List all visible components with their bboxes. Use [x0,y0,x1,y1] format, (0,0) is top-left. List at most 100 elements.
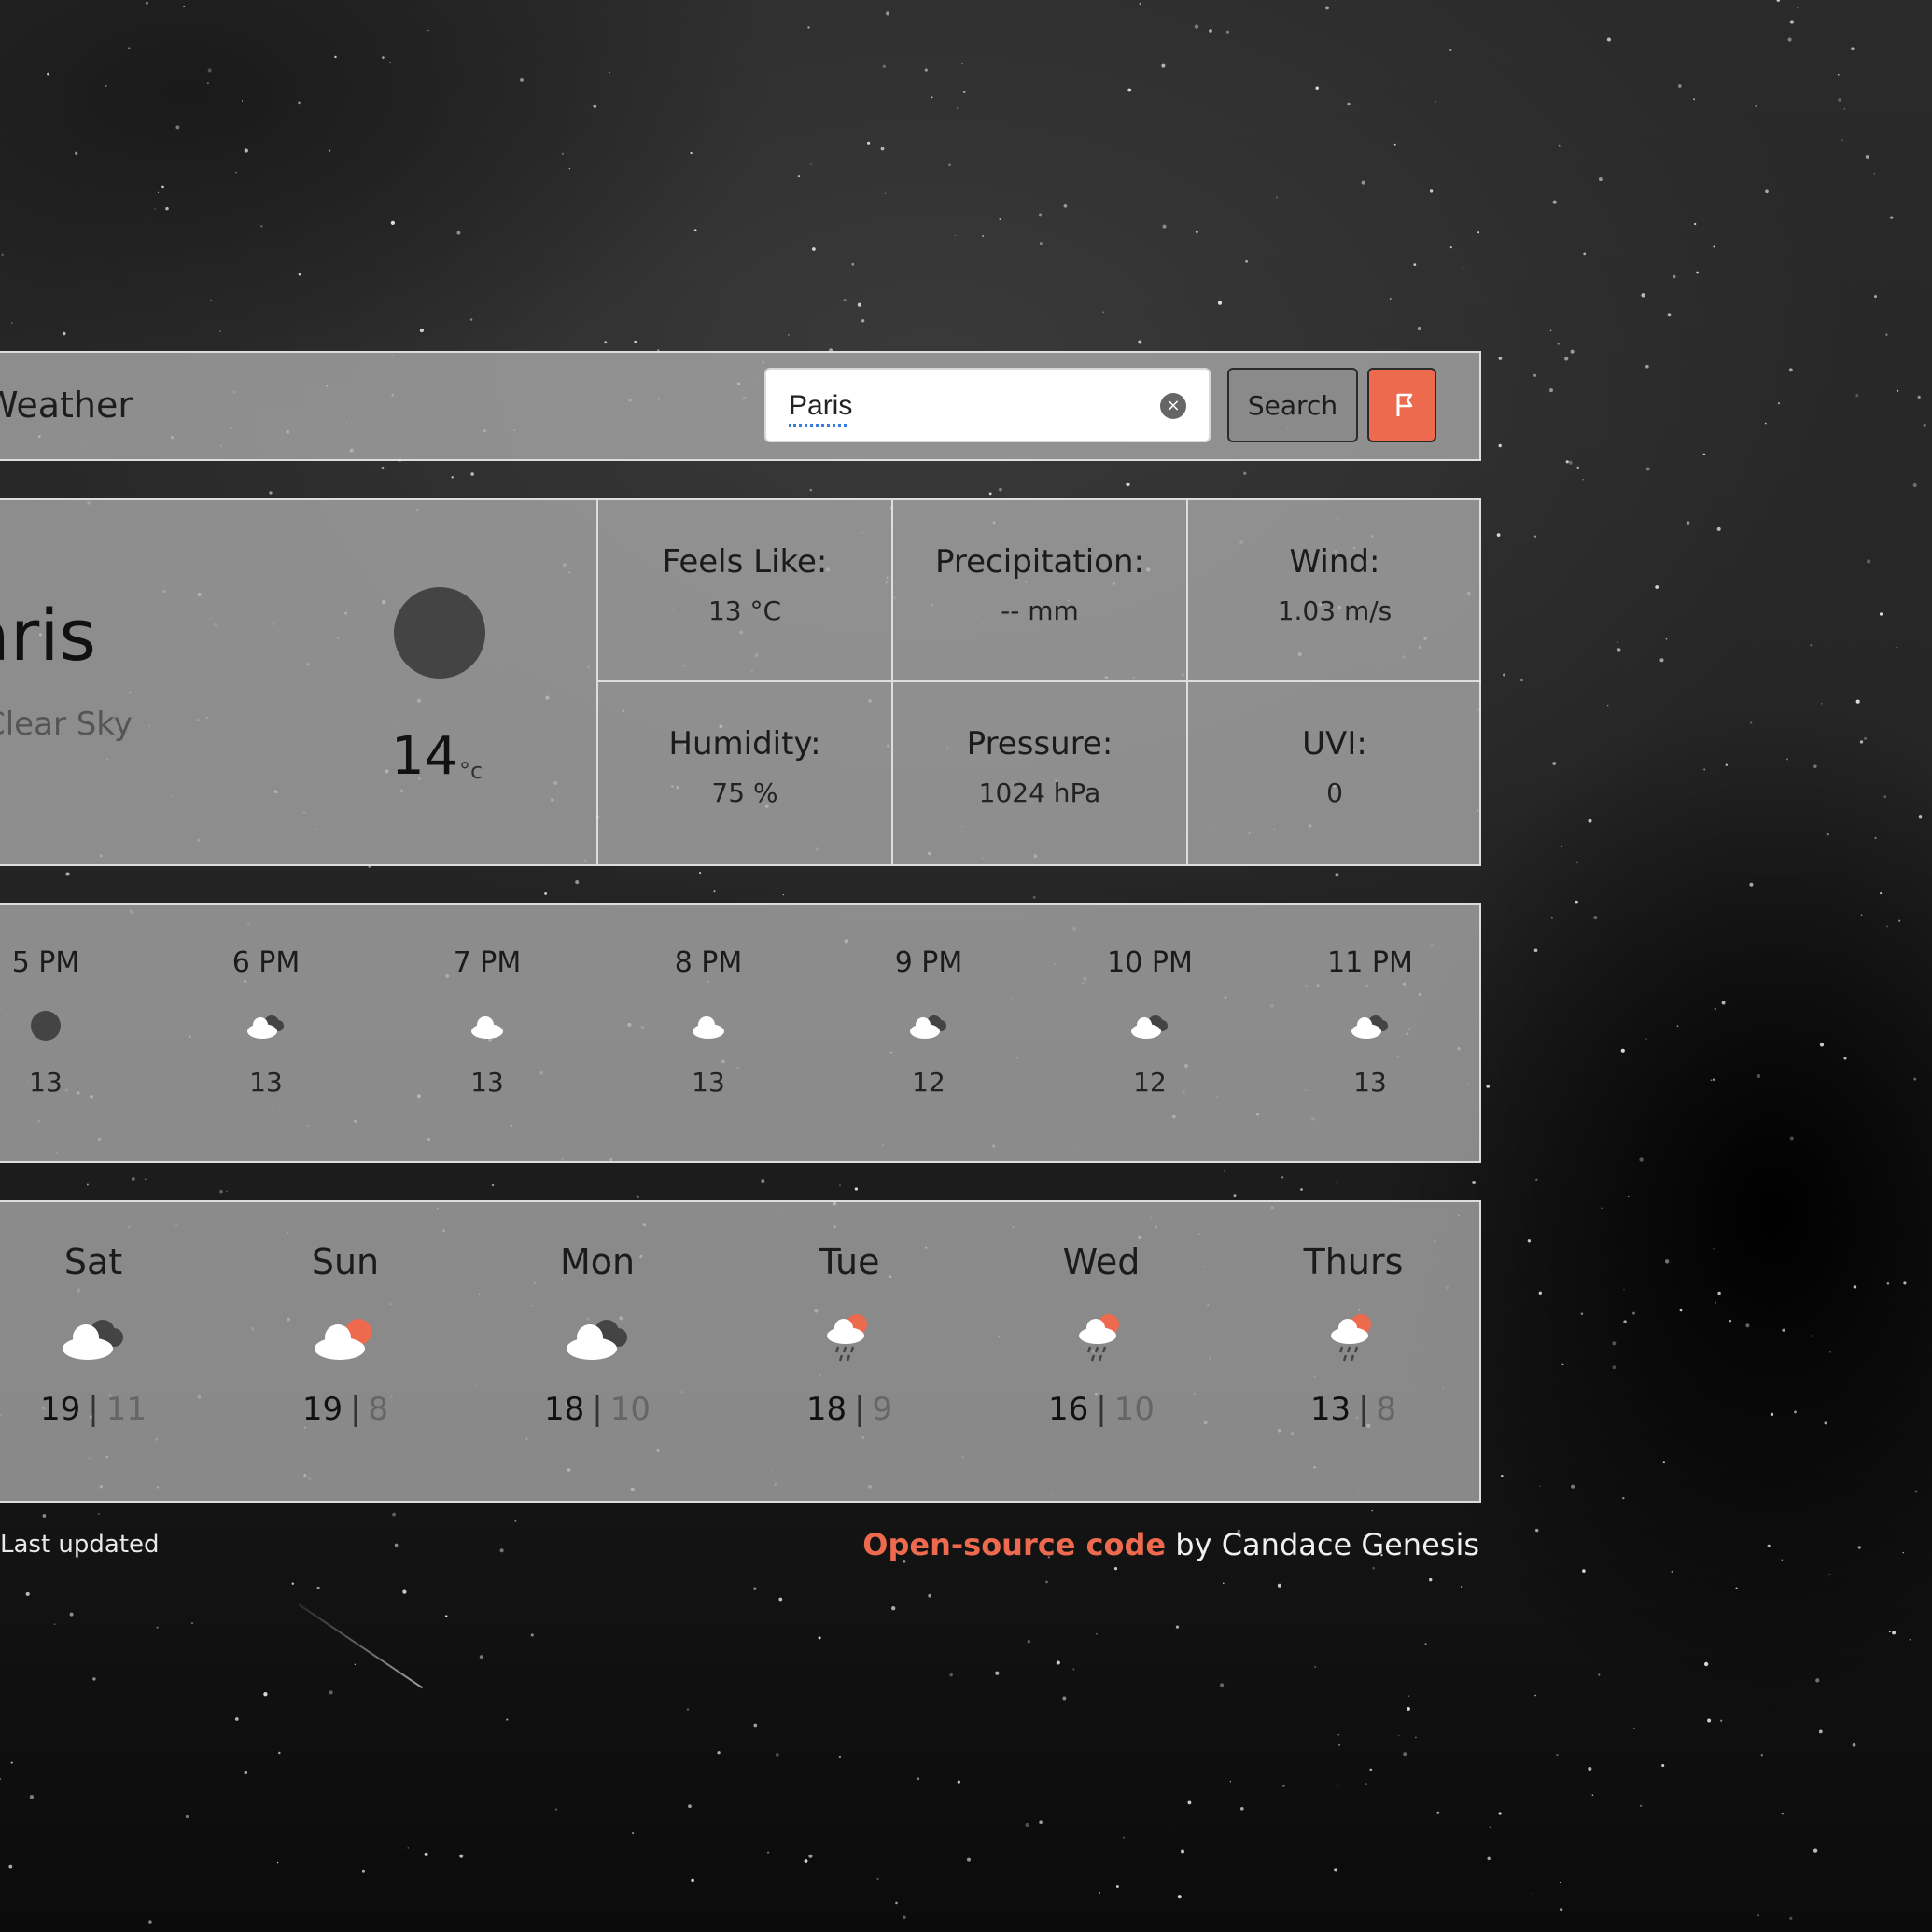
star [782,893,784,896]
star [226,1190,228,1193]
search-box[interactable]: × [764,368,1211,442]
star [394,1543,399,1547]
star [999,218,1001,220]
star [1561,1363,1564,1365]
star [1099,1892,1101,1894]
star [1338,1743,1341,1746]
star [957,1780,960,1784]
star [554,1808,558,1811]
temperature-unit: °c [459,758,483,784]
star [1361,180,1365,185]
star [1072,1668,1075,1671]
star [1819,1043,1825,1047]
star [753,1587,757,1590]
spellcheck-underline [789,424,847,427]
star [1909,1639,1911,1641]
day-high: 19 [40,1391,81,1428]
star [1720,1719,1723,1722]
star [354,1663,356,1665]
star [424,1852,428,1856]
star [1764,422,1767,425]
star [1645,467,1650,471]
cloud-dark-icon [504,1305,691,1370]
star [389,62,391,63]
star [1557,343,1560,345]
star [1314,1666,1317,1668]
star [1841,139,1844,142]
star [1582,479,1584,481]
star [69,1612,74,1617]
star [242,100,244,102]
star [1713,1248,1715,1250]
footer-credits: Open-source code by Candace Genesis [862,1527,1479,1562]
hourly-item: 10 PM 12 [1075,905,1225,1098]
star [812,247,816,251]
search-input[interactable] [787,386,1145,426]
star [148,1920,152,1924]
star [928,1593,931,1598]
star [1220,1683,1225,1687]
star [1677,84,1682,88]
star [392,1512,396,1517]
star [97,1513,100,1515]
star [931,96,933,99]
star [1777,402,1781,405]
star [470,472,474,476]
star [1591,1794,1594,1797]
hour-temp: 12 [1133,1067,1167,1098]
star [459,1854,464,1858]
hour-time: 11 PM [1327,946,1413,979]
hourly-item: 5 PM 13 [0,905,120,1098]
star [1607,704,1609,707]
star [444,1615,448,1617]
star [1552,200,1557,204]
star [1757,1073,1761,1078]
star [1449,49,1452,51]
hour-temp: 13 [470,1067,504,1098]
star [1770,1412,1774,1417]
star [62,331,66,336]
star [1239,1806,1244,1811]
location-button[interactable] [1367,368,1436,442]
star [1880,892,1883,895]
day-low: 9 [872,1391,893,1428]
star [469,318,473,321]
star [1735,1587,1738,1589]
star [1245,259,1248,263]
moon-icon [0,1007,120,1044]
hour-temp: 13 [692,1067,725,1098]
star [1749,882,1754,887]
star [1898,919,1901,922]
star [691,1878,694,1883]
open-source-link[interactable]: Open-source code [862,1527,1166,1562]
daily-item: Sat 19 | 11 [0,1202,187,1428]
star [127,47,131,49]
search-button[interactable]: Search [1227,368,1358,442]
star [219,1189,223,1194]
shooting-star [298,1603,424,1689]
cloud-dark-icon [1075,1007,1225,1044]
star [1503,673,1505,677]
star [1187,1800,1192,1805]
star [982,234,985,237]
star [1598,1673,1601,1676]
star [1429,189,1434,193]
hourly-item: 8 PM 13 [634,905,783,1098]
star [809,488,813,492]
star [808,1854,813,1858]
star [1715,1301,1716,1304]
day-temps: 16 | 10 [1048,1391,1155,1428]
star [1617,648,1621,652]
clear-icon[interactable]: × [1160,393,1186,419]
star [1194,24,1199,29]
star [1139,2,1141,6]
day-name: Sat [63,1241,123,1282]
star [839,1184,841,1186]
star [1233,1194,1237,1197]
star [407,1847,410,1849]
star [1223,1582,1225,1585]
daily-item: Thurs 13 | 8 [1260,1202,1447,1428]
cloud-sun-icon [252,1305,439,1370]
star [631,1831,635,1835]
star [1673,274,1676,279]
